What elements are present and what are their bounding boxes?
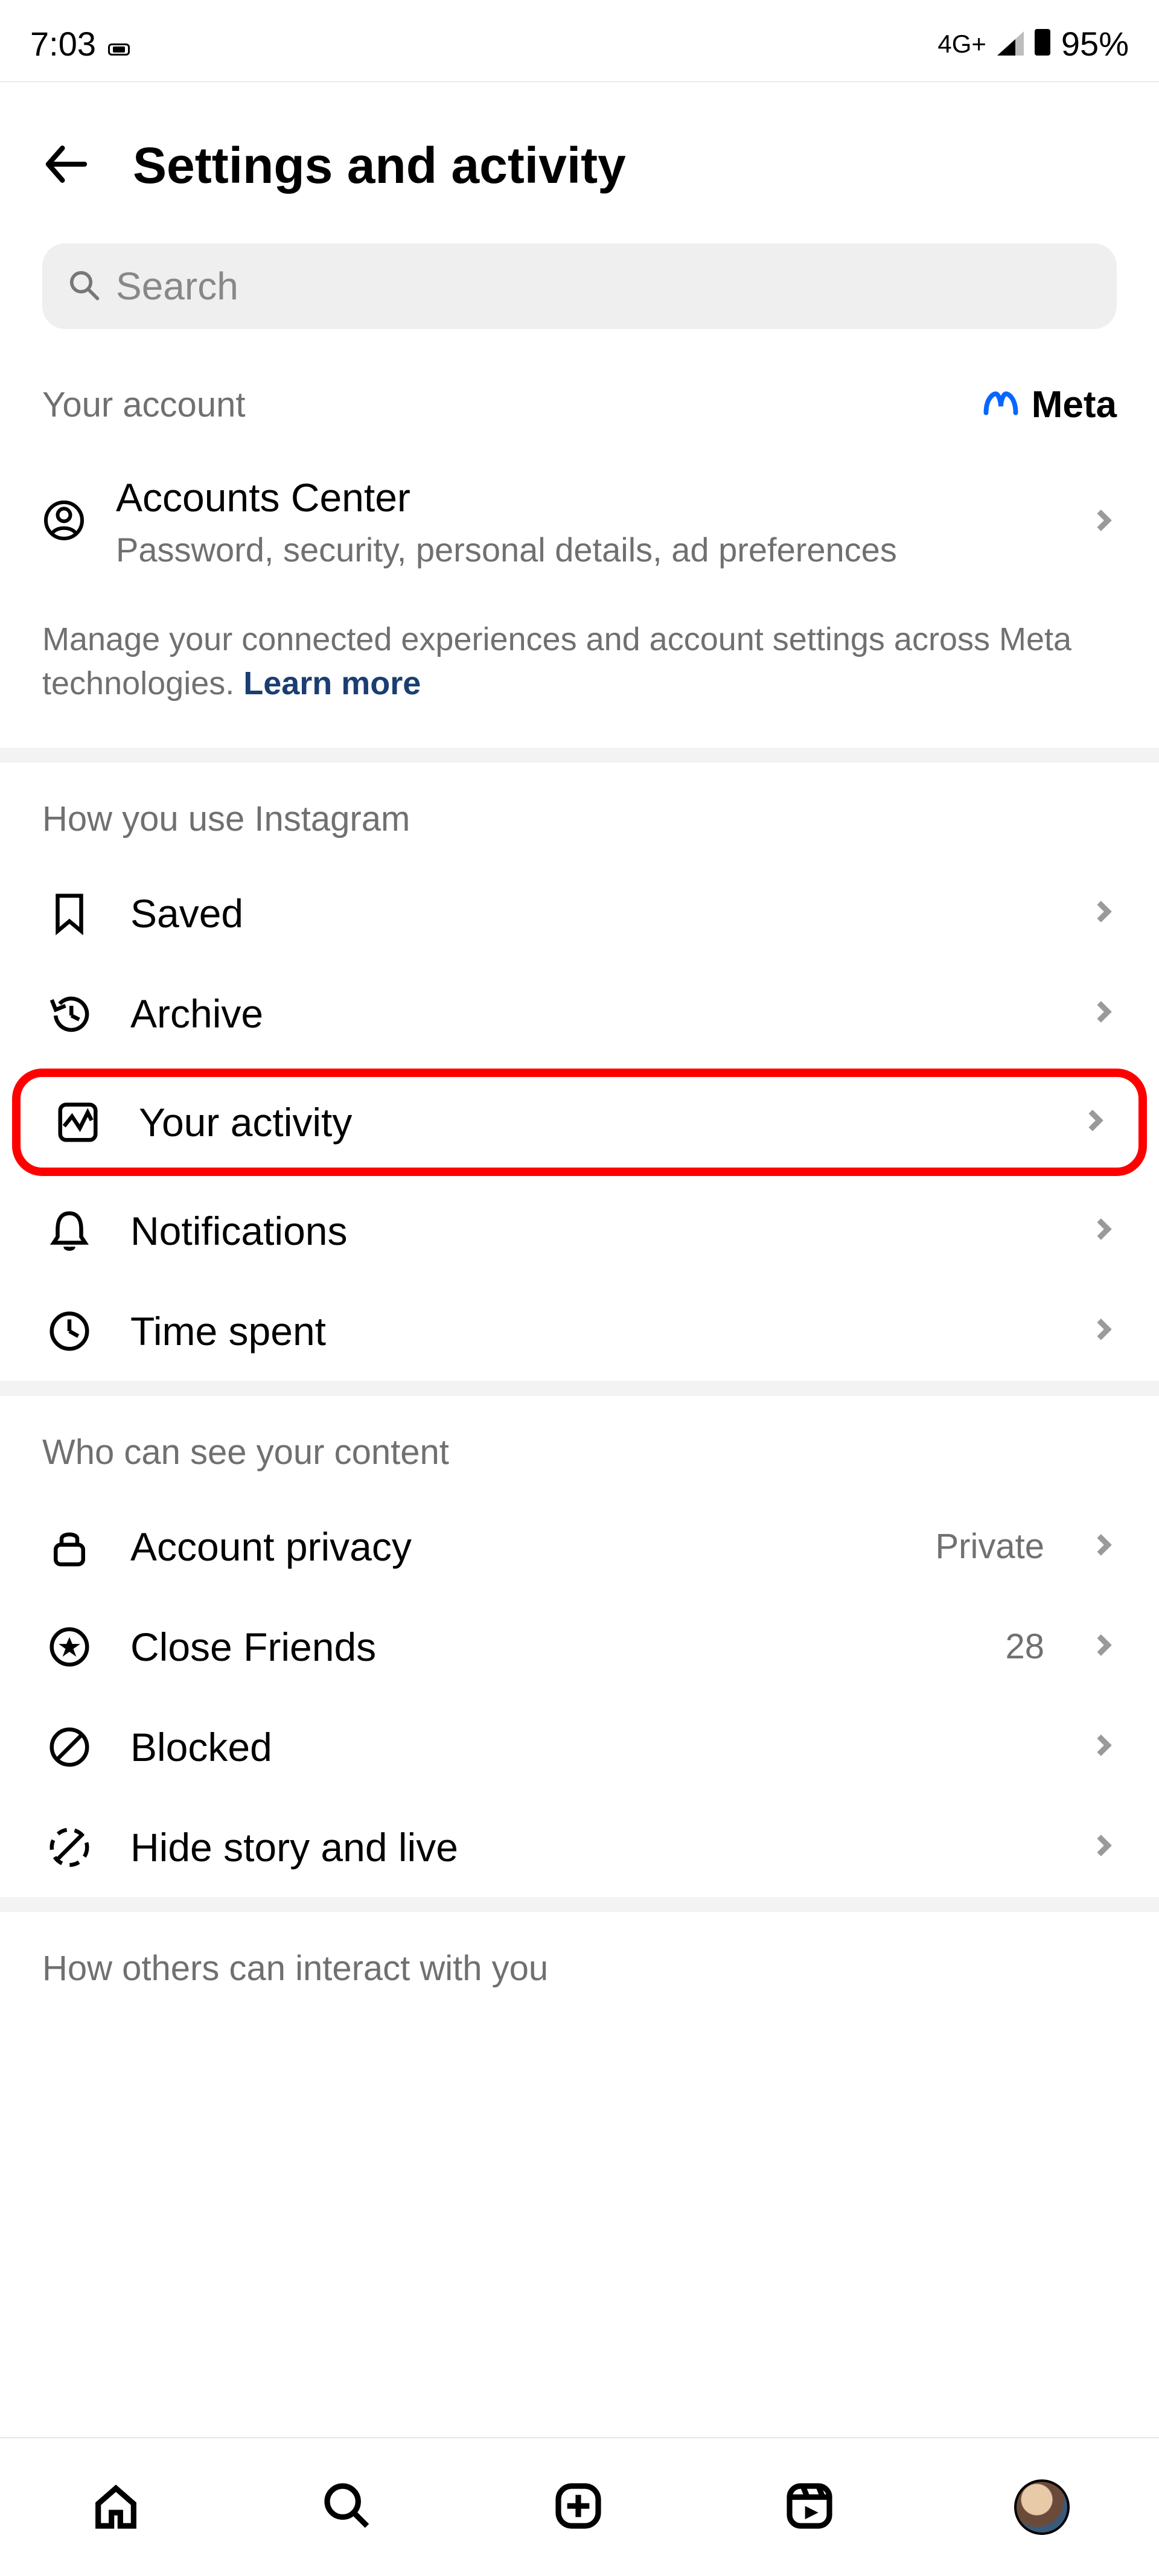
row-time-spent[interactable]: Time spent [0,1281,1159,1381]
battery-saver-icon [108,24,130,63]
row-blocked[interactable]: Blocked [0,1697,1159,1797]
chevron-right-icon [1090,507,1117,537]
chevron-right-icon [1090,1216,1117,1245]
hide-story-icon [42,1824,97,1871]
row-value: Private [935,1526,1044,1567]
battery-icon [1035,24,1050,63]
row-value: 28 [1005,1626,1044,1667]
chevron-right-icon [1090,1632,1117,1661]
chevron-right-icon [1090,1532,1117,1561]
star-circle-icon [42,1623,97,1670]
section-divider [0,748,1159,762]
page-header: Settings and activity [0,88,1159,243]
chevron-right-icon [1090,898,1117,928]
meta-logo-icon [980,389,1022,420]
section-how-you-use: How you use Instagram [0,762,1159,863]
person-circle-icon [42,499,86,545]
nav-reels[interactable] [783,2479,836,2536]
bell-icon [42,1207,97,1254]
chevron-right-icon [1082,1107,1108,1137]
accounts-center-desc: Manage your connected experiences and ac… [0,593,1159,748]
signal-icon [997,24,1024,63]
nav-create[interactable] [552,2479,605,2536]
section-who-can-see: Who can see your content [0,1396,1159,1497]
section-your-account: Your account [42,385,245,425]
search-field[interactable] [42,243,1117,329]
profile-avatar-icon [1014,2479,1070,2535]
meta-brand-text: Meta [1032,383,1117,426]
chevron-right-icon [1090,1732,1117,1762]
section-how-others-interact: How others can interact with you [0,1912,1159,2013]
network-type: 4G+ [937,30,986,59]
chevron-right-icon [1090,1832,1117,1862]
status-time: 7:03 [30,24,96,63]
accounts-center-row[interactable]: Accounts Center Password, security, pers… [0,462,1159,593]
block-icon [42,1724,97,1771]
status-bar: 7:03 4G+ 95% [0,0,1159,81]
battery-percent: 95% [1061,24,1129,63]
learn-more-link[interactable]: Learn more [243,665,421,702]
clock-icon [42,1308,97,1355]
page-title: Settings and activity [133,136,626,195]
chevron-right-icon [1090,999,1117,1028]
accounts-center-title: Accounts Center [116,475,1060,520]
activity-icon [51,1099,105,1146]
row-notifications[interactable]: Notifications [0,1181,1159,1281]
section-divider [0,1381,1159,1396]
row-hide-story[interactable]: Hide story and live [0,1797,1159,1897]
back-arrow-icon[interactable] [42,140,91,191]
accounts-center-subtitle: Password, security, personal details, ad… [116,530,1060,569]
search-icon [68,269,100,304]
highlight-your-activity: Your activity [12,1069,1147,1176]
history-icon [42,990,97,1037]
nav-profile[interactable] [1014,2479,1070,2535]
row-your-activity[interactable]: Your activity [21,1077,1138,1168]
search-input[interactable] [116,264,1091,308]
row-account-privacy[interactable]: Account privacy Private [0,1497,1159,1597]
row-saved[interactable]: Saved [0,863,1159,964]
bookmark-icon [42,890,97,937]
row-archive[interactable]: Archive [0,964,1159,1064]
bottom-nav [0,2437,1159,2576]
meta-brand: Meta [980,383,1117,426]
row-close-friends[interactable]: Close Friends 28 [0,1597,1159,1697]
chevron-right-icon [1090,1316,1117,1346]
nav-search[interactable] [321,2479,374,2536]
lock-icon [42,1523,97,1570]
section-divider [0,1897,1159,1912]
nav-home[interactable] [89,2479,142,2536]
